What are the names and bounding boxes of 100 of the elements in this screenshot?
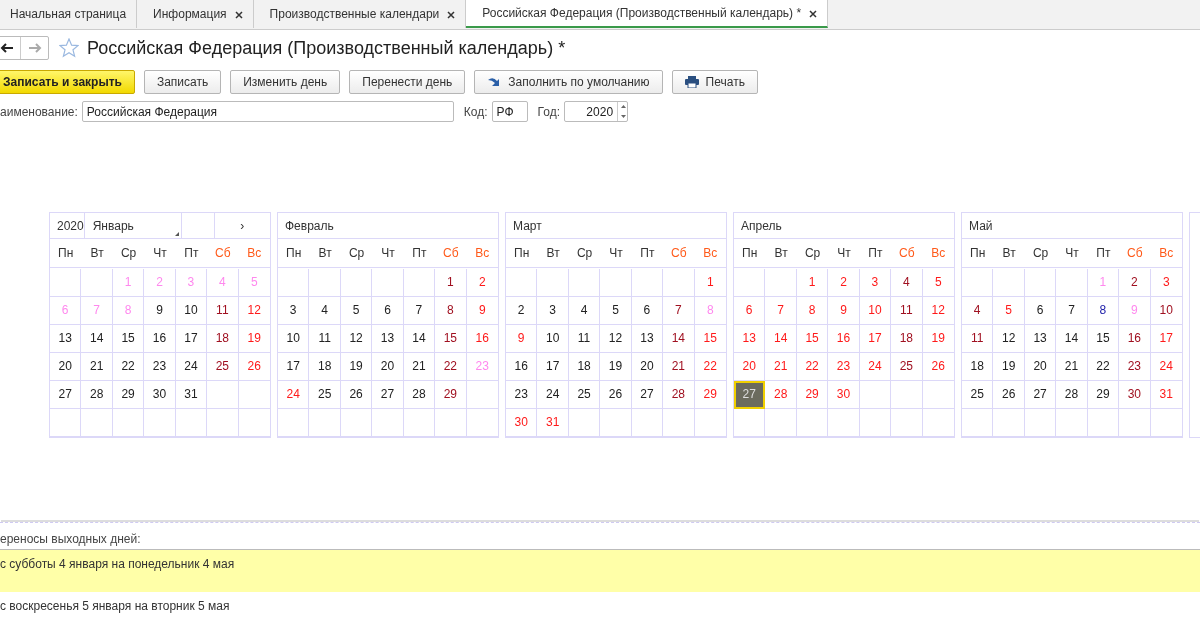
day-cell[interactable]: 22 [796,352,829,381]
day-cell[interactable]: 19 [993,352,1025,381]
day-cell[interactable]: 25 [891,352,923,381]
day-cell[interactable]: 13 [631,324,664,353]
day-cell[interactable]: 16 [828,324,860,353]
day-cell[interactable]: 12 [340,324,373,353]
day-cell[interactable]: 13 [734,324,766,353]
day-cell[interactable]: 5 [600,296,632,325]
day-cell[interactable]: 26 [238,352,270,381]
day-cell[interactable]: 10 [537,324,569,353]
day-cell[interactable]: 26 [600,380,632,409]
day-cell[interactable]: 24 [1150,352,1182,381]
star-icon[interactable] [59,38,79,58]
day-cell[interactable]: 25 [962,380,994,409]
empty-day-cell[interactable] [309,268,341,297]
day-cell[interactable]: 17 [537,352,569,381]
day-cell[interactable]: 16 [506,352,538,381]
day-cell[interactable]: 6 [1024,296,1057,325]
day-cell[interactable]: 31 [175,380,208,409]
day-cell[interactable]: 25 [309,380,341,409]
day-cell[interactable]: 19 [238,324,270,353]
day-cell[interactable]: 26 [993,380,1025,409]
transfer-row[interactable]: с субботы 4 января на понедельник 4 мая [0,550,1200,592]
empty-day-cell[interactable] [828,408,860,437]
empty-day-cell[interactable] [962,408,994,437]
empty-day-cell[interactable] [50,268,82,297]
year-selector[interactable]: 2020 [50,213,84,238]
day-cell[interactable]: 18 [568,352,601,381]
day-cell[interactable]: 28 [663,380,695,409]
day-cell[interactable]: 29 [1087,380,1120,409]
empty-day-cell[interactable] [81,408,113,437]
day-cell[interactable]: 22 [1087,352,1120,381]
day-cell[interactable]: 31 [1150,380,1182,409]
day-cell[interactable]: 16 [1119,324,1151,353]
empty-day-cell[interactable] [1024,268,1057,297]
day-cell[interactable]: 30 [1119,380,1151,409]
day-cell[interactable]: 28 [1056,380,1088,409]
day-cell[interactable]: 24 [278,380,310,409]
day-cell[interactable]: 26 [340,380,373,409]
tab[interactable]: Российская Федерация (Производственный календарь) * [466,0,829,28]
empty-day-cell[interactable] [81,268,113,297]
empty-day-cell[interactable] [568,268,601,297]
day-cell[interactable]: 28 [403,380,436,409]
day-cell[interactable]: 22 [435,352,467,381]
day-cell[interactable]: 12 [922,296,954,325]
day-cell[interactable]: 11 [962,324,994,353]
day-cell[interactable]: 10 [1150,296,1182,325]
empty-day-cell[interactable] [859,408,892,437]
empty-day-cell[interactable] [1024,408,1057,437]
empty-day-cell[interactable] [765,268,797,297]
day-cell[interactable]: 13 [50,324,82,353]
empty-day-cell[interactable] [663,408,695,437]
empty-day-cell[interactable] [372,268,404,297]
day-cell[interactable]: 3 [1150,268,1182,297]
day-cell[interactable]: 23 [506,380,538,409]
day-cell[interactable]: 12 [600,324,632,353]
empty-day-cell[interactable] [340,408,373,437]
empty-day-cell[interactable] [112,408,145,437]
day-cell[interactable]: 16 [466,324,498,353]
day-cell[interactable]: 3 [278,296,310,325]
day-cell[interactable]: 17 [859,324,892,353]
day-cell[interactable]: 24 [537,380,569,409]
day-cell[interactable]: 19 [600,352,632,381]
day-cell[interactable]: 27 [50,380,82,409]
day-cell[interactable]: 18 [962,352,994,381]
empty-day-cell[interactable] [663,268,695,297]
day-cell[interactable]: 21 [403,352,436,381]
day-cell[interactable]: 19 [340,352,373,381]
empty-day-cell[interactable] [600,408,632,437]
day-cell[interactable]: 8 [435,296,467,325]
transfer-row[interactable]: с воскресенья 5 января на вторник 5 мая [0,592,1200,633]
day-cell[interactable]: 15 [796,324,829,353]
name-field[interactable]: Российская Федерация [81,101,454,122]
day-cell[interactable]: 6 [734,296,766,325]
empty-day-cell[interactable] [993,408,1025,437]
month-selector[interactable]: Январь [83,213,181,238]
day-cell[interactable]: 29 [694,380,726,409]
day-cell[interactable]: 4 [309,296,341,325]
empty-day-cell[interactable] [340,268,373,297]
empty-day-cell[interactable] [175,408,208,437]
save-close-button[interactable]: Записать и закрыть [0,70,135,94]
day-cell[interactable]: 4 [568,296,601,325]
empty-day-cell[interactable] [207,380,239,409]
empty-day-cell[interactable] [403,408,436,437]
day-cell[interactable]: 17 [175,324,208,353]
day-cell[interactable]: 29 [435,380,467,409]
day-cell[interactable]: 31 [537,408,569,437]
day-cell[interactable]: 1 [435,268,467,297]
empty-day-cell[interactable] [891,408,923,437]
day-cell[interactable]: 28 [765,380,797,409]
day-cell[interactable]: 9 [506,324,538,353]
day-cell[interactable]: 27 [1024,380,1057,409]
day-cell[interactable]: 12 [238,296,270,325]
day-cell[interactable]: 1 [796,268,829,297]
day-cell[interactable]: 7 [765,296,797,325]
toolbar-button[interactable]: Печать [671,70,758,94]
empty-day-cell[interactable] [631,408,664,437]
empty-day-cell[interactable] [765,408,797,437]
empty-day-cell[interactable] [50,408,82,437]
day-cell[interactable]: 27 [372,380,404,409]
